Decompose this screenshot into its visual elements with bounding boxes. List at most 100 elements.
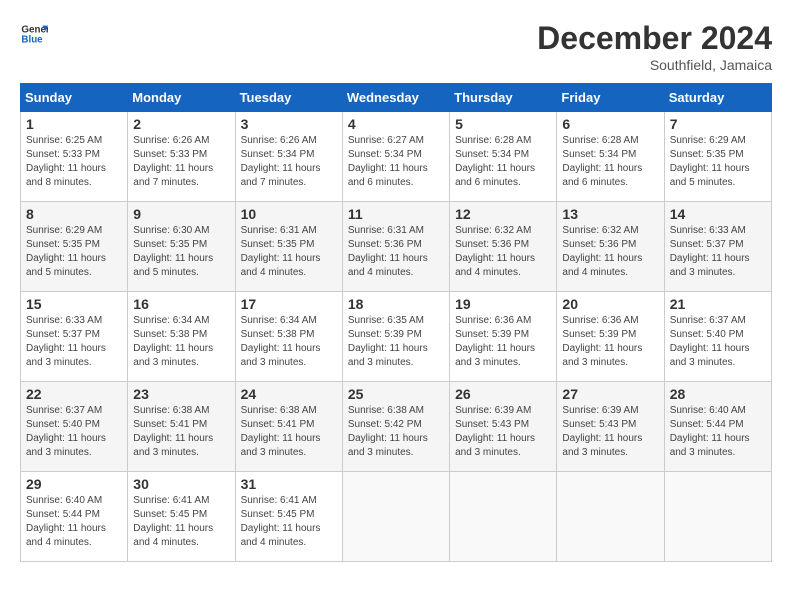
day-info: Sunrise: 6:28 AMSunset: 5:34 PMDaylight:… xyxy=(455,135,535,188)
calendar-week-row: 29 Sunrise: 6:40 AMSunset: 5:44 PMDayligh… xyxy=(21,472,772,562)
day-info: Sunrise: 6:38 AMSunset: 5:41 PMDaylight:… xyxy=(133,405,213,458)
calendar-cell: 1 Sunrise: 6:25 AMSunset: 5:33 PMDaylight… xyxy=(21,112,128,202)
calendar-cell: 9 Sunrise: 6:30 AMSunset: 5:35 PMDaylight… xyxy=(128,202,235,292)
calendar-week-row: 1 Sunrise: 6:25 AMSunset: 5:33 PMDaylight… xyxy=(21,112,772,202)
calendar-cell xyxy=(450,472,557,562)
day-number: 1 xyxy=(26,116,122,132)
day-number: 15 xyxy=(26,296,122,312)
calendar-cell: 28 Sunrise: 6:40 AMSunset: 5:44 PMDayligh… xyxy=(664,382,771,472)
day-number: 31 xyxy=(241,476,337,492)
calendar-cell: 17 Sunrise: 6:34 AMSunset: 5:38 PMDayligh… xyxy=(235,292,342,382)
day-info: Sunrise: 6:32 AMSunset: 5:36 PMDaylight:… xyxy=(455,225,535,278)
day-info: Sunrise: 6:31 AMSunset: 5:35 PMDaylight:… xyxy=(241,225,321,278)
day-info: Sunrise: 6:34 AMSunset: 5:38 PMDaylight:… xyxy=(241,315,321,368)
calendar-week-row: 8 Sunrise: 6:29 AMSunset: 5:35 PMDaylight… xyxy=(21,202,772,292)
day-info: Sunrise: 6:36 AMSunset: 5:39 PMDaylight:… xyxy=(562,315,642,368)
day-number: 12 xyxy=(455,206,551,222)
day-number: 27 xyxy=(562,386,658,402)
calendar-cell: 4 Sunrise: 6:27 AMSunset: 5:34 PMDaylight… xyxy=(342,112,449,202)
calendar-cell: 25 Sunrise: 6:38 AMSunset: 5:42 PMDayligh… xyxy=(342,382,449,472)
day-number: 8 xyxy=(26,206,122,222)
calendar-cell: 24Sunrise: 6:38 AMSunset: 5:41 PMDayligh… xyxy=(235,382,342,472)
calendar-cell: 8 Sunrise: 6:29 AMSunset: 5:35 PMDaylight… xyxy=(21,202,128,292)
day-number: 11 xyxy=(348,206,444,222)
day-number: 4 xyxy=(348,116,444,132)
day-number: 25 xyxy=(348,386,444,402)
day-number: 26 xyxy=(455,386,551,402)
month-title: December 2024 xyxy=(537,20,772,57)
day-number: 9 xyxy=(133,206,229,222)
calendar-cell: 6 Sunrise: 6:28 AMSunset: 5:34 PMDaylight… xyxy=(557,112,664,202)
day-number: 2 xyxy=(133,116,229,132)
calendar-cell: 12 Sunrise: 6:32 AMSunset: 5:36 PMDayligh… xyxy=(450,202,557,292)
day-info: Sunrise: 6:40 AMSunset: 5:44 PMDaylight:… xyxy=(670,405,750,458)
day-number: 28 xyxy=(670,386,766,402)
day-info: Sunrise: 6:34 AMSunset: 5:38 PMDaylight:… xyxy=(133,315,213,368)
day-info: Sunrise: 6:35 AMSunset: 5:39 PMDaylight:… xyxy=(348,315,428,368)
calendar-week-row: 22 Sunrise: 6:37 AMSunset: 5:40 PMDayligh… xyxy=(21,382,772,472)
calendar-cell xyxy=(342,472,449,562)
calendar-cell xyxy=(664,472,771,562)
page-header: General Blue December 2024 Southfield, J… xyxy=(20,20,772,73)
day-number: 20 xyxy=(562,296,658,312)
calendar-cell: 31Sunrise: 6:41 AMSunset: 5:45 PMDayligh… xyxy=(235,472,342,562)
day-number: 30 xyxy=(133,476,229,492)
day-info: Sunrise: 6:27 AMSunset: 5:34 PMDaylight:… xyxy=(348,135,428,188)
calendar-cell: 13 Sunrise: 6:32 AMSunset: 5:36 PMDayligh… xyxy=(557,202,664,292)
day-number: 17 xyxy=(241,296,337,312)
calendar-cell: 3 Sunrise: 6:26 AMSunset: 5:34 PMDaylight… xyxy=(235,112,342,202)
day-number: 21 xyxy=(670,296,766,312)
day-info: Sunrise: 6:40 AMSunset: 5:44 PMDaylight:… xyxy=(26,495,106,548)
day-info: Sunrise: 6:26 AMSunset: 5:34 PMDaylight:… xyxy=(241,135,321,188)
day-info: Sunrise: 6:31 AMSunset: 5:36 PMDaylight:… xyxy=(348,225,428,278)
day-number: 13 xyxy=(562,206,658,222)
day-number: 14 xyxy=(670,206,766,222)
day-info: Sunrise: 6:25 AMSunset: 5:33 PMDaylight:… xyxy=(26,135,106,188)
day-number: 6 xyxy=(562,116,658,132)
calendar-cell: 11 Sunrise: 6:31 AMSunset: 5:36 PMDayligh… xyxy=(342,202,449,292)
day-info: Sunrise: 6:38 AMSunset: 5:41 PMDaylight:… xyxy=(241,405,321,458)
day-info: Sunrise: 6:29 AMSunset: 5:35 PMDaylight:… xyxy=(670,135,750,188)
day-info: Sunrise: 6:28 AMSunset: 5:34 PMDaylight:… xyxy=(562,135,642,188)
calendar-cell: 18Sunrise: 6:35 AMSunset: 5:39 PMDayligh… xyxy=(342,292,449,382)
day-info: Sunrise: 6:29 AMSunset: 5:35 PMDaylight:… xyxy=(26,225,106,278)
day-number: 3 xyxy=(241,116,337,132)
day-number: 22 xyxy=(26,386,122,402)
title-block: December 2024 Southfield, Jamaica xyxy=(537,20,772,73)
calendar-cell: 20 Sunrise: 6:36 AMSunset: 5:39 PMDayligh… xyxy=(557,292,664,382)
weekday-header-friday: Friday xyxy=(557,84,664,112)
weekday-header-monday: Monday xyxy=(128,84,235,112)
calendar-cell: 21Sunrise: 6:37 AMSunset: 5:40 PMDayligh… xyxy=(664,292,771,382)
calendar-cell: 23 Sunrise: 6:38 AMSunset: 5:41 PMDayligh… xyxy=(128,382,235,472)
calendar-cell: 14Sunrise: 6:33 AMSunset: 5:37 PMDayligh… xyxy=(664,202,771,292)
weekday-header-row: SundayMondayTuesdayWednesdayThursdayFrid… xyxy=(21,84,772,112)
calendar-week-row: 15 Sunrise: 6:33 AMSunset: 5:37 PMDayligh… xyxy=(21,292,772,382)
day-info: Sunrise: 6:30 AMSunset: 5:35 PMDaylight:… xyxy=(133,225,213,278)
day-number: 16 xyxy=(133,296,229,312)
day-info: Sunrise: 6:26 AMSunset: 5:33 PMDaylight:… xyxy=(133,135,213,188)
day-number: 5 xyxy=(455,116,551,132)
day-number: 19 xyxy=(455,296,551,312)
day-info: Sunrise: 6:32 AMSunset: 5:36 PMDaylight:… xyxy=(562,225,642,278)
day-info: Sunrise: 6:37 AMSunset: 5:40 PMDaylight:… xyxy=(26,405,106,458)
weekday-header-thursday: Thursday xyxy=(450,84,557,112)
calendar-cell: 30Sunrise: 6:41 AMSunset: 5:45 PMDayligh… xyxy=(128,472,235,562)
calendar-cell xyxy=(557,472,664,562)
calendar-cell: 7Sunrise: 6:29 AMSunset: 5:35 PMDaylight… xyxy=(664,112,771,202)
calendar-cell: 15 Sunrise: 6:33 AMSunset: 5:37 PMDayligh… xyxy=(21,292,128,382)
day-number: 10 xyxy=(241,206,337,222)
day-number: 23 xyxy=(133,386,229,402)
calendar-cell: 22 Sunrise: 6:37 AMSunset: 5:40 PMDayligh… xyxy=(21,382,128,472)
day-info: Sunrise: 6:38 AMSunset: 5:42 PMDaylight:… xyxy=(348,405,428,458)
calendar-cell: 2 Sunrise: 6:26 AMSunset: 5:33 PMDaylight… xyxy=(128,112,235,202)
calendar-table: SundayMondayTuesdayWednesdayThursdayFrid… xyxy=(20,83,772,562)
calendar-cell: 26Sunrise: 6:39 AMSunset: 5:43 PMDayligh… xyxy=(450,382,557,472)
calendar-cell: 16 Sunrise: 6:34 AMSunset: 5:38 PMDayligh… xyxy=(128,292,235,382)
day-info: Sunrise: 6:33 AMSunset: 5:37 PMDaylight:… xyxy=(26,315,106,368)
calendar-cell: 29 Sunrise: 6:40 AMSunset: 5:44 PMDayligh… xyxy=(21,472,128,562)
weekday-header-saturday: Saturday xyxy=(664,84,771,112)
weekday-header-tuesday: Tuesday xyxy=(235,84,342,112)
day-info: Sunrise: 6:36 AMSunset: 5:39 PMDaylight:… xyxy=(455,315,535,368)
day-number: 29 xyxy=(26,476,122,492)
calendar-cell: 19 Sunrise: 6:36 AMSunset: 5:39 PMDayligh… xyxy=(450,292,557,382)
